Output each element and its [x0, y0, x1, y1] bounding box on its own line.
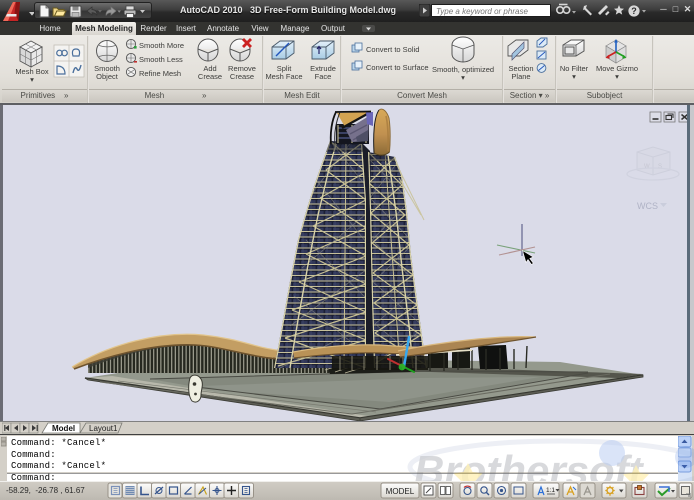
svg-text:1:1: 1:1 — [546, 487, 555, 494]
svg-text:WCS: WCS — [637, 201, 658, 211]
svg-text:MODEL: MODEL — [386, 487, 415, 496]
svg-text:Model: Model — [52, 424, 75, 433]
svg-text:?: ? — [631, 6, 637, 16]
svg-text:Layout1: Layout1 — [89, 424, 118, 433]
svg-text:W: W — [644, 164, 650, 170]
svg-text:S: S — [658, 164, 662, 170]
